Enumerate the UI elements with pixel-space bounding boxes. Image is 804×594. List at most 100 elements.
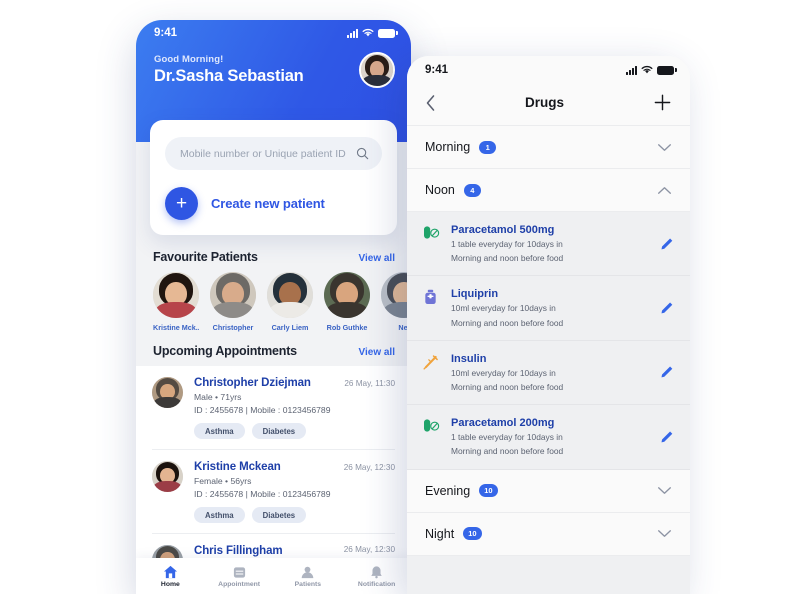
count-badge: 10: [463, 527, 482, 540]
home-icon: [163, 565, 177, 578]
plus-icon[interactable]: [653, 93, 672, 112]
drug-name: Liquiprin: [451, 288, 499, 301]
home-scroll-body[interactable]: Favourite Patients View all Kristine Mck…: [136, 238, 411, 558]
battery-icon: [378, 28, 398, 38]
patient-meta: Male • 71yrs: [194, 392, 242, 402]
nav-label: Home: [160, 580, 180, 588]
list-item[interactable]: Paracetamol 500mg 1 table everyday for 1…: [407, 212, 690, 277]
capsule-icon: [423, 417, 440, 438]
section-label: Morning: [425, 140, 471, 154]
favourites-title: Favourite Patients: [153, 250, 258, 264]
create-new-patient-button[interactable]: + Create new patient: [165, 187, 382, 220]
drug-desc-line1: 10ml everyday for 10days in: [451, 367, 556, 378]
patient-meta: Female • 56yrs: [194, 476, 252, 486]
chevron-down-icon[interactable]: [657, 529, 672, 538]
drug-desc-line1: 10ml everyday for 10days in: [451, 303, 556, 314]
count-badge: 1: [479, 140, 497, 154]
greeting-row: Good Morning! Dr.Sasha Sebastian: [136, 46, 411, 88]
pencil-icon[interactable]: [660, 301, 674, 315]
appointments-list: Christopher Dziejman Male • 71yrs ID : 2…: [136, 366, 411, 558]
nav-label: Appointment: [218, 580, 261, 588]
appointments-title: Upcoming Appointments: [153, 344, 297, 358]
search-input[interactable]: Mobile number or Unique patient ID: [165, 137, 382, 170]
status-bar-time: 9:41: [425, 64, 449, 76]
appointment-time: 26 May, 12:30: [343, 545, 395, 554]
status-bar-icons: [626, 65, 677, 75]
pencil-icon[interactable]: [660, 237, 674, 251]
create-new-patient-label: Create new patient: [211, 196, 325, 211]
list-item[interactable]: Insulin 10ml everyday for 10days in Morn…: [407, 341, 690, 406]
avatar: [267, 272, 313, 318]
nav-label: Notification: [357, 580, 396, 588]
calendar-icon: [233, 566, 245, 578]
avatar: [152, 461, 183, 492]
status-badge: Diabetes: [251, 423, 307, 439]
favourites-header: Favourite Patients View all: [136, 238, 411, 272]
wifi-icon: [362, 28, 374, 37]
bell-icon: [371, 565, 382, 578]
section-label: Noon: [425, 183, 455, 197]
drugs-phone: 9:41 Drugs Morning 1 Noon 4 Paracetamol …: [407, 56, 690, 594]
list-item[interactable]: Carly Liem: [267, 272, 313, 332]
greeting-block: Good Morning! Dr.Sasha Sebastian: [154, 54, 304, 86]
status-bar-right: 9:41: [407, 56, 690, 84]
chevron-left-icon[interactable]: [425, 94, 436, 112]
list-item[interactable]: Paracetamol 200mg 1 table everyday for 1…: [407, 405, 690, 470]
avatar: [152, 377, 183, 408]
appointment-time: 26 May, 12:30: [343, 463, 395, 472]
drug-desc-line2: Morning and noon before food: [451, 381, 564, 392]
table-row[interactable]: Kristine Mckean Female • 56yrs ID : 2455…: [152, 450, 395, 534]
section-noon[interactable]: Noon 4: [407, 169, 690, 212]
doctor-avatar[interactable]: [359, 52, 395, 88]
table-row[interactable]: Chris Fillingham 26 May, 12:30: [152, 534, 395, 558]
favourite-patients-list[interactable]: Kristine Mck... Christopher Carly Liem R…: [136, 272, 411, 332]
section-night[interactable]: Night 10: [407, 512, 690, 556]
list-item[interactable]: Christopher: [210, 272, 256, 332]
nav-item-appointment[interactable]: Appointment: [205, 565, 274, 588]
nav-item-home[interactable]: Home: [136, 565, 205, 588]
list-item[interactable]: Rob Guthke: [324, 272, 370, 332]
signal-icon: [626, 65, 637, 75]
drug-desc-line1: 1 table everyday for 10days in: [451, 239, 563, 249]
pencil-icon[interactable]: [660, 430, 674, 444]
chevron-up-icon[interactable]: [657, 186, 672, 195]
drug-name: Insulin: [451, 352, 487, 365]
search-icon[interactable]: [356, 147, 369, 160]
section-evening[interactable]: Evening 10: [407, 469, 690, 513]
list-item-label: Carly Liem: [271, 323, 309, 332]
status-badge: Asthma: [194, 507, 245, 523]
section-morning[interactable]: Morning 1: [407, 126, 690, 169]
avatar: [210, 272, 256, 318]
chevron-down-icon[interactable]: [657, 486, 672, 495]
noon-drug-list: Paracetamol 500mg 1 table everyday for 1…: [407, 212, 690, 470]
list-item[interactable]: Liquiprin 10ml everyday for 10days in Mo…: [407, 276, 690, 341]
count-badge: 10: [479, 484, 498, 497]
appointments-view-all[interactable]: View all: [358, 347, 395, 358]
tag-list: Asthma Diabetes: [194, 507, 395, 523]
drug-desc-line1: 1 table everyday for 10days in: [451, 432, 563, 443]
nav-item-patients[interactable]: Patients: [274, 565, 343, 588]
plus-icon[interactable]: +: [165, 187, 198, 220]
appointments-header: Upcoming Appointments View all: [136, 332, 411, 366]
nav-item-notification[interactable]: Notification: [342, 565, 411, 588]
section-label: Night: [425, 526, 455, 541]
status-badge: Asthma: [194, 423, 245, 439]
status-bar-left: 9:41: [136, 20, 411, 46]
bottom-navigation[interactable]: Home Appointment Patients Notification: [136, 558, 411, 594]
battery-icon: [657, 65, 677, 75]
pencil-icon[interactable]: [660, 365, 674, 379]
chevron-down-icon[interactable]: [657, 143, 672, 152]
avatar: [152, 545, 183, 558]
avatar: [324, 272, 370, 318]
list-item-label: Kristine Mck...: [153, 323, 199, 332]
nav-label: Patients: [294, 580, 322, 588]
search-card: Mobile number or Unique patient ID + Cre…: [150, 120, 397, 235]
patient-id-line: ID : 2455678 | Mobile : 0123456789: [194, 405, 331, 415]
table-row[interactable]: Christopher Dziejman Male • 71yrs ID : 2…: [152, 366, 395, 450]
status-bar-icons: [347, 28, 398, 38]
count-badge: 4: [463, 183, 481, 197]
favourites-view-all[interactable]: View all: [358, 253, 395, 264]
drug-name: Paracetamol 200mg: [451, 417, 555, 430]
signal-icon: [347, 28, 358, 38]
list-item[interactable]: Kristine Mck...: [153, 272, 199, 332]
